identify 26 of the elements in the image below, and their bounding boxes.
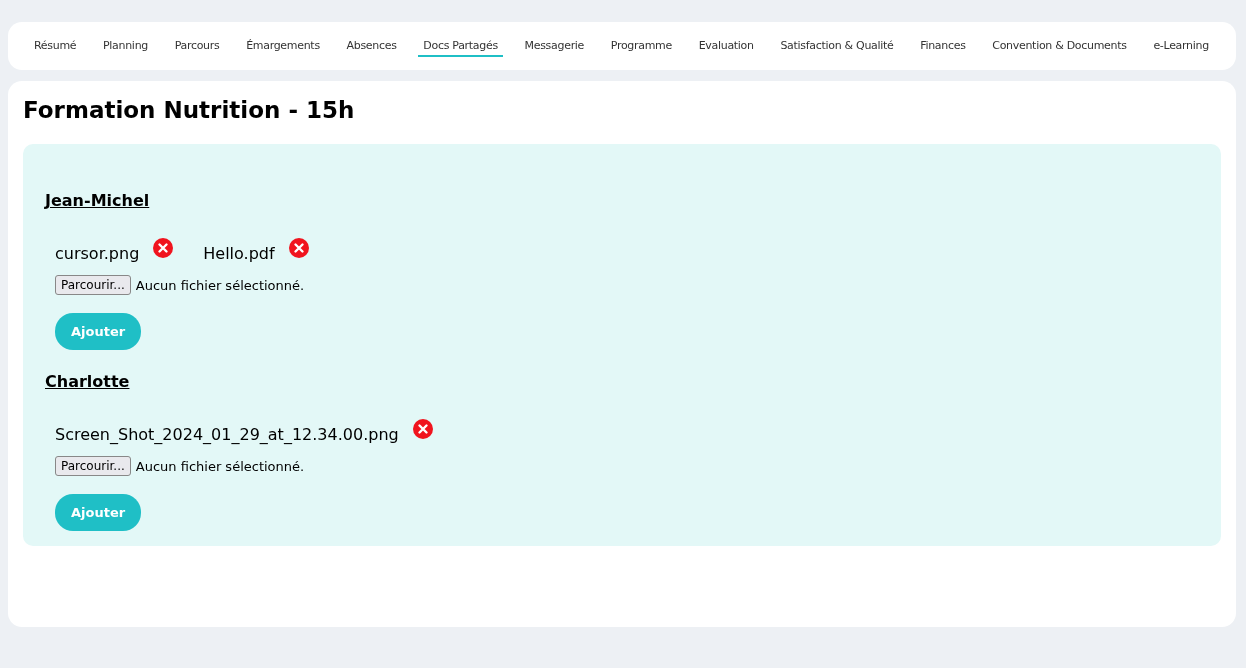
- tab[interactable]: Evaluation: [693, 35, 759, 57]
- tab[interactable]: Programme: [605, 35, 677, 57]
- tab[interactable]: Parcours: [169, 35, 225, 57]
- file-status: Aucun fichier sélectionné.: [135, 277, 305, 293]
- file-name[interactable]: Hello.pdf: [203, 244, 275, 263]
- tab[interactable]: Absences: [341, 35, 402, 57]
- tab[interactable]: Émargements: [241, 35, 325, 57]
- file-name[interactable]: cursor.png: [55, 244, 140, 263]
- delete-icon[interactable]: [412, 419, 433, 439]
- learner-name: Jean-Michel: [45, 191, 151, 210]
- delete-icon[interactable]: [288, 238, 309, 258]
- file-status: Aucun fichier sélectionné.: [135, 458, 305, 474]
- learner-name: Charlotte: [45, 372, 131, 391]
- tab[interactable]: Résumé: [29, 35, 82, 57]
- tab[interactable]: Planning: [98, 35, 153, 57]
- browse-button[interactable]: Parcourir...: [55, 456, 131, 476]
- tab[interactable]: Docs Partagés: [418, 35, 503, 57]
- page-title: Formation Nutrition - 15h: [23, 97, 356, 123]
- browse-button[interactable]: Parcourir...: [55, 275, 131, 295]
- tab[interactable]: e-Learning: [1148, 35, 1214, 57]
- tab[interactable]: Convention & Documents: [987, 35, 1132, 57]
- tab[interactable]: Finances: [915, 35, 971, 57]
- file-name[interactable]: Screen_Shot_2024_01_29_at_12.34.00.png: [55, 425, 399, 444]
- delete-icon[interactable]: [153, 238, 174, 258]
- tab[interactable]: Messagerie: [519, 35, 590, 57]
- tab[interactable]: Satisfaction & Qualité: [775, 35, 899, 57]
